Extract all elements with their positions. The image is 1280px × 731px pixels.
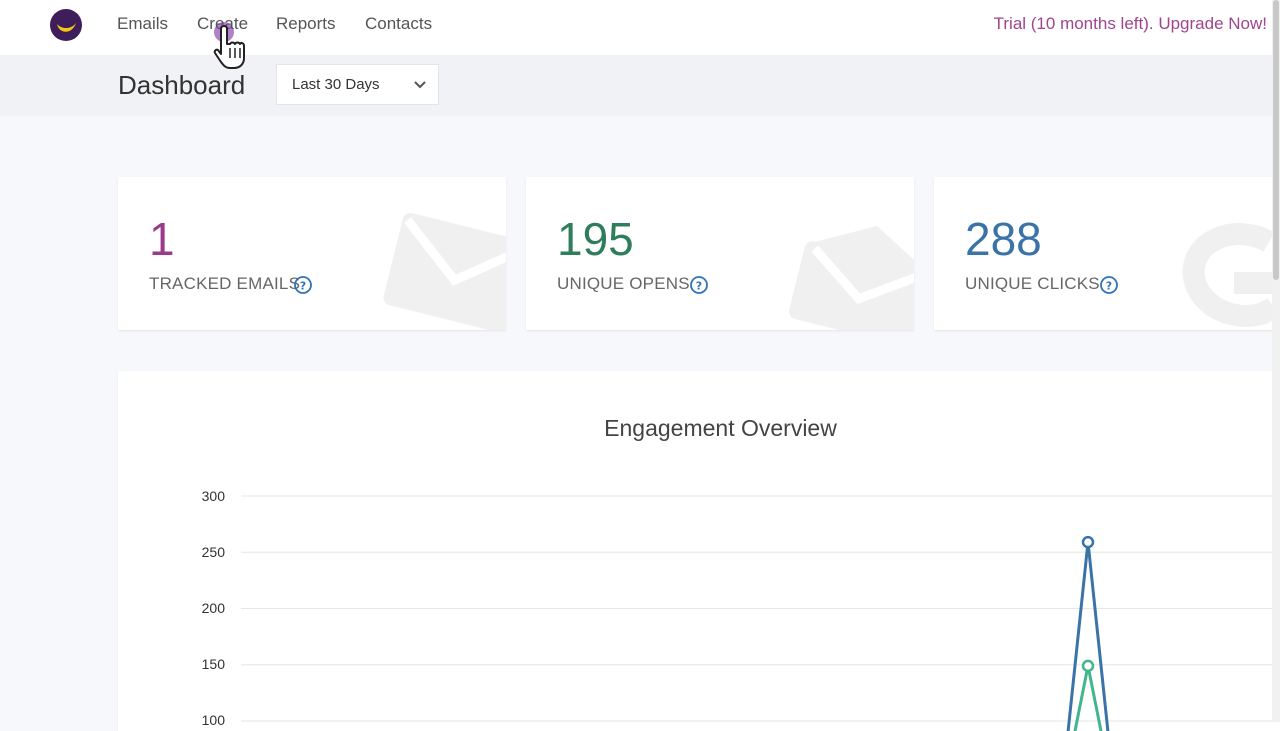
chevron-down-icon: [414, 81, 426, 89]
nav-reports[interactable]: Reports: [276, 14, 336, 34]
open-envelope-icon: [789, 226, 914, 330]
help-icon[interactable]: ?: [689, 275, 709, 295]
dashboard-header: Dashboard Last 30 Days: [0, 55, 1280, 116]
moon-logo-icon[interactable]: [50, 9, 82, 41]
svg-text:?: ?: [696, 280, 702, 293]
hand-cursor-icon: [213, 22, 245, 69]
tracked-emails-label: TRACKED EMAILS: [149, 274, 301, 293]
svg-text:?: ?: [300, 280, 306, 293]
help-icon[interactable]: ?: [293, 275, 313, 295]
engagement-line-chart: [241, 495, 1280, 731]
unique-opens-label: UNIQUE OPENS: [557, 274, 690, 293]
unique-clicks-value: 288: [965, 213, 1042, 265]
data-point: [1081, 659, 1095, 673]
unique-clicks-label: UNIQUE CLICKS: [965, 274, 1100, 293]
stat-card-unique-clicks: 288 UNIQUE CLICKS ?: [934, 177, 1280, 330]
upgrade-link[interactable]: Trial (10 months left). Upgrade Now!: [994, 14, 1267, 34]
series-line: [1066, 541, 1110, 731]
envelope-icon: [383, 213, 506, 330]
tracked-emails-value: 1: [149, 213, 175, 265]
date-range-value: Last 30 Days: [292, 76, 380, 93]
stat-card-unique-opens: 195 UNIQUE OPENS ?: [526, 177, 914, 330]
nav-contacts[interactable]: Contacts: [365, 14, 432, 34]
data-point: [1081, 535, 1095, 549]
help-icon[interactable]: ?: [1099, 275, 1119, 295]
engagement-chart-card: Engagement Overview 300 250 200 150 100: [118, 371, 1280, 731]
date-range-select[interactable]: Last 30 Days: [276, 64, 439, 105]
stat-card-tracked-emails: 1 TRACKED EMAILS ?: [118, 177, 506, 330]
unique-opens-value: 195: [557, 213, 634, 265]
page-scrollbar[interactable]: [1272, 0, 1280, 720]
svg-text:?: ?: [1106, 280, 1112, 293]
scrollbar-thumb[interactable]: [1273, 0, 1279, 280]
top-nav: Emails Create Reports Contacts Trial (10…: [0, 0, 1280, 55]
link-icon: [1182, 223, 1280, 327]
nav-emails[interactable]: Emails: [117, 14, 168, 34]
